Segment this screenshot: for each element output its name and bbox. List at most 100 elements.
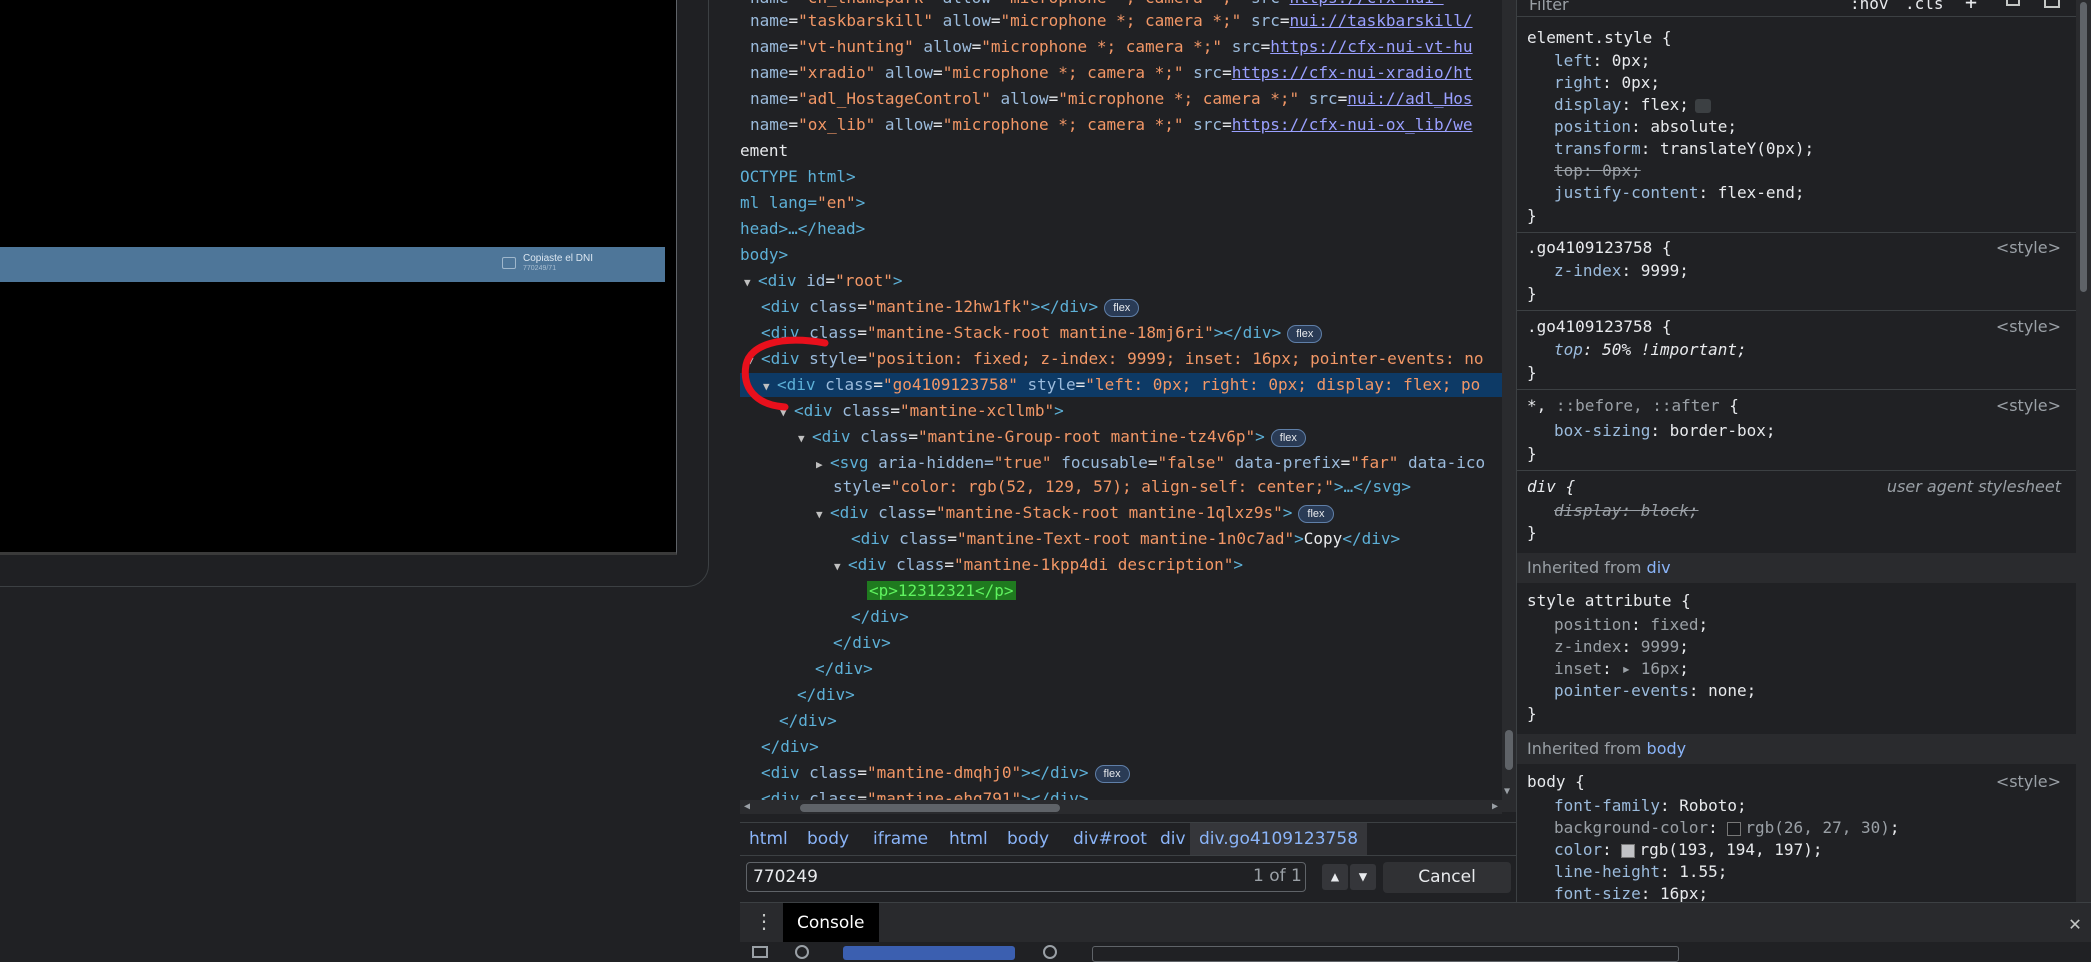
dom-node-svg-style[interactable]: style="color: rgb(52, 129, 57); align-se…	[833, 475, 1411, 499]
style-prop[interactable]: transform: translateY(0px);	[1554, 138, 1814, 160]
dom-node-div-fixed[interactable]: ▼ <div style="position: fixed; z-index: 9…	[747, 347, 1483, 371]
scroll-thumb[interactable]	[2080, 2, 2087, 292]
flex-badge[interactable]: flex	[1287, 324, 1323, 343]
dom-node-group[interactable]: ▼ <div class="mantine-Group-root mantine-…	[798, 425, 1306, 449]
class-toggle-button[interactable]: .cls	[1905, 0, 1944, 13]
scroll-thumb[interactable]	[800, 804, 1060, 812]
dom-node-description[interactable]: ▼ <div class="mantine-1kpp4di description…	[834, 553, 1243, 577]
style-prop[interactable]: position: absolute;	[1554, 116, 1737, 138]
style-prop[interactable]: line-height: 1.55;	[1554, 861, 1727, 883]
style-prop[interactable]: position: fixed;	[1554, 614, 1708, 636]
next-match-button[interactable]: ▼	[1350, 864, 1376, 890]
more-tabs-icon[interactable]: ⋮	[754, 909, 774, 933]
flex-badge[interactable]: flex	[1298, 504, 1334, 523]
style-prop[interactable]: inset: ▸ 16px;	[1554, 658, 1689, 680]
breadcrumb-body[interactable]: body	[798, 823, 858, 855]
context-select[interactable]	[843, 946, 1015, 960]
color-swatch[interactable]	[1621, 843, 1636, 858]
dom-node-selected[interactable]: ▼ <div class="go4109123758" style="left: …	[740, 373, 1502, 397]
expand-triangle-icon[interactable]: ▼	[834, 555, 848, 579]
flexbox-editor-icon[interactable]	[1694, 98, 1711, 113]
rule-selector[interactable]: element.style {	[1527, 27, 1672, 49]
scroll-right-icon[interactable]: ▶	[1492, 801, 1498, 812]
dom-node-p-highlight[interactable]: <p>12312321</p>	[867, 579, 1016, 603]
style-prop[interactable]: box-sizing: border-box;	[1554, 420, 1776, 442]
style-prop-overridden[interactable]: top: 0px;	[1554, 160, 1641, 182]
new-rule-button[interactable]: +	[1965, 0, 1977, 14]
rule-selector[interactable]: *, ::before, ::after {	[1527, 395, 1739, 417]
dom-node-div[interactable]: <div class="mantine-12hw1fk"></div> flex	[761, 295, 1140, 319]
elements-tree[interactable]: name="ch_thamepark" allow="microphone *;…	[740, 0, 1502, 812]
scroll-thumb[interactable]	[1505, 730, 1513, 770]
dom-node-stack[interactable]: ▼ <div class="mantine-Stack-root mantine-…	[816, 501, 1334, 525]
style-source-link[interactable]: <style>	[1996, 316, 2061, 338]
rule-selector[interactable]: div {	[1527, 476, 1575, 498]
clear-console-icon[interactable]	[795, 945, 809, 959]
dom-node-svg[interactable]: ▶ <svg aria-hidden="true" focusable="fals…	[816, 451, 1485, 475]
style-prop[interactable]: left: 0px;	[1554, 50, 1650, 72]
style-source-link[interactable]: <style>	[1996, 237, 2061, 259]
rule-selector[interactable]: .go4109123758 {	[1527, 316, 1672, 338]
breadcrumb-div[interactable]: div	[1151, 823, 1195, 855]
expand-triangle-icon[interactable]: ▼	[816, 503, 830, 527]
sidebar-toggle-icon[interactable]	[752, 946, 768, 958]
color-swatch[interactable]	[1727, 821, 1742, 836]
expand-triangle-icon[interactable]: ▼	[744, 271, 758, 295]
style-prop[interactable]: color: rgb(193, 194, 197);	[1554, 839, 1822, 861]
dom-node-iframe-xradio[interactable]: name="xradio" allow="microphone *; camer…	[750, 61, 1473, 85]
breadcrumb-root[interactable]: div#root	[1064, 823, 1156, 855]
rule-selector[interactable]: body {	[1527, 771, 1585, 793]
style-prop[interactable]: pointer-events: none;	[1554, 680, 1756, 702]
dom-node-iframe-ox-lib[interactable]: name="ox_lib" allow="microphone *; camer…	[750, 113, 1473, 137]
close-icon[interactable]: ✕	[2069, 911, 2081, 935]
dom-node-div[interactable]: <div class="mantine-Stack-root mantine-1…	[761, 321, 1323, 345]
rule-selector[interactable]: style attribute {	[1527, 590, 1691, 612]
style-prop[interactable]: background-color: rgb(26, 27, 30);	[1554, 817, 1900, 839]
style-prop[interactable]: font-size: 16px;	[1554, 883, 1708, 902]
breadcrumb-html[interactable]: html	[740, 823, 797, 855]
breadcrumb-selected[interactable]: div.go4109123758	[1190, 823, 1368, 855]
flex-badge[interactable]: flex	[1104, 298, 1140, 317]
flex-badge[interactable]: flex	[1270, 428, 1306, 447]
breadcrumb-html[interactable]: html	[940, 823, 997, 855]
expand-triangle-icon[interactable]: ▼	[798, 427, 812, 451]
style-prop[interactable]: z-index: 9999;	[1554, 636, 1689, 658]
elements-vertical-scrollbar[interactable]: ▼	[1502, 0, 1516, 812]
scroll-left-icon[interactable]: ◀	[744, 801, 750, 812]
styles-vertical-scrollbar[interactable]	[2076, 0, 2091, 902]
cancel-button[interactable]: Cancel	[1383, 862, 1511, 893]
breadcrumb-iframe[interactable]: iframe	[864, 823, 937, 855]
previous-match-button[interactable]: ▲	[1322, 864, 1348, 890]
dom-node-div[interactable]: <div class="mantine-dmqhj0"></div> flex	[761, 761, 1130, 785]
elements-horizontal-scrollbar[interactable]: ◀ ▶	[740, 800, 1502, 814]
style-prop[interactable]: right: 0px;	[1554, 72, 1660, 94]
dom-node-document[interactable]: ement	[740, 139, 788, 163]
dom-node-root[interactable]: ▼ <div id="root">	[744, 269, 903, 293]
tab-console[interactable]: Console	[783, 903, 879, 943]
style-prop[interactable]: top: 50% !important;	[1554, 339, 1747, 361]
inherited-body-link[interactable]: body	[1647, 739, 1687, 758]
paint-icon[interactable]	[2006, 0, 2020, 6]
dom-node-iframe-adl[interactable]: name="adl_HostageControl" allow="microph…	[750, 87, 1473, 111]
style-prop[interactable]: display: flex;	[1554, 94, 1711, 116]
collapse-triangle-icon[interactable]: ▶	[816, 453, 830, 477]
eye-icon[interactable]	[1043, 945, 1057, 959]
styles-filter-input[interactable]: Filter	[1529, 0, 1569, 14]
rule-selector[interactable]: .go4109123758 {	[1527, 237, 1672, 259]
dom-node-iframe-taskbarskill[interactable]: name="taskbarskill" allow="microphone *;…	[750, 9, 1473, 33]
dom-node-iframe-vt-hunting[interactable]: name="vt-hunting" allow="microphone *; c…	[750, 35, 1473, 59]
style-prop[interactable]: z-index: 9999;	[1554, 260, 1689, 282]
flex-badge[interactable]: flex	[1094, 764, 1130, 783]
search-input[interactable]	[746, 862, 1306, 892]
dom-node-body[interactable]: body>	[740, 243, 788, 267]
inherited-div-link[interactable]: div	[1647, 558, 1671, 577]
hover-state-button[interactable]: :hov	[1850, 0, 1889, 13]
computed-sidebar-icon[interactable]	[2044, 0, 2060, 8]
breadcrumb-body[interactable]: body	[998, 823, 1058, 855]
style-prop[interactable]: font-family: Roboto;	[1554, 795, 1747, 817]
dom-node-text[interactable]: <div class="mantine-Text-root mantine-1n…	[851, 527, 1400, 551]
scroll-down-icon[interactable]: ▼	[1504, 786, 1510, 797]
style-source-link[interactable]: <style>	[1996, 395, 2061, 417]
style-prop[interactable]: justify-content: flex-end;	[1554, 182, 1804, 204]
dom-node-doctype[interactable]: OCTYPE html>	[740, 165, 856, 189]
